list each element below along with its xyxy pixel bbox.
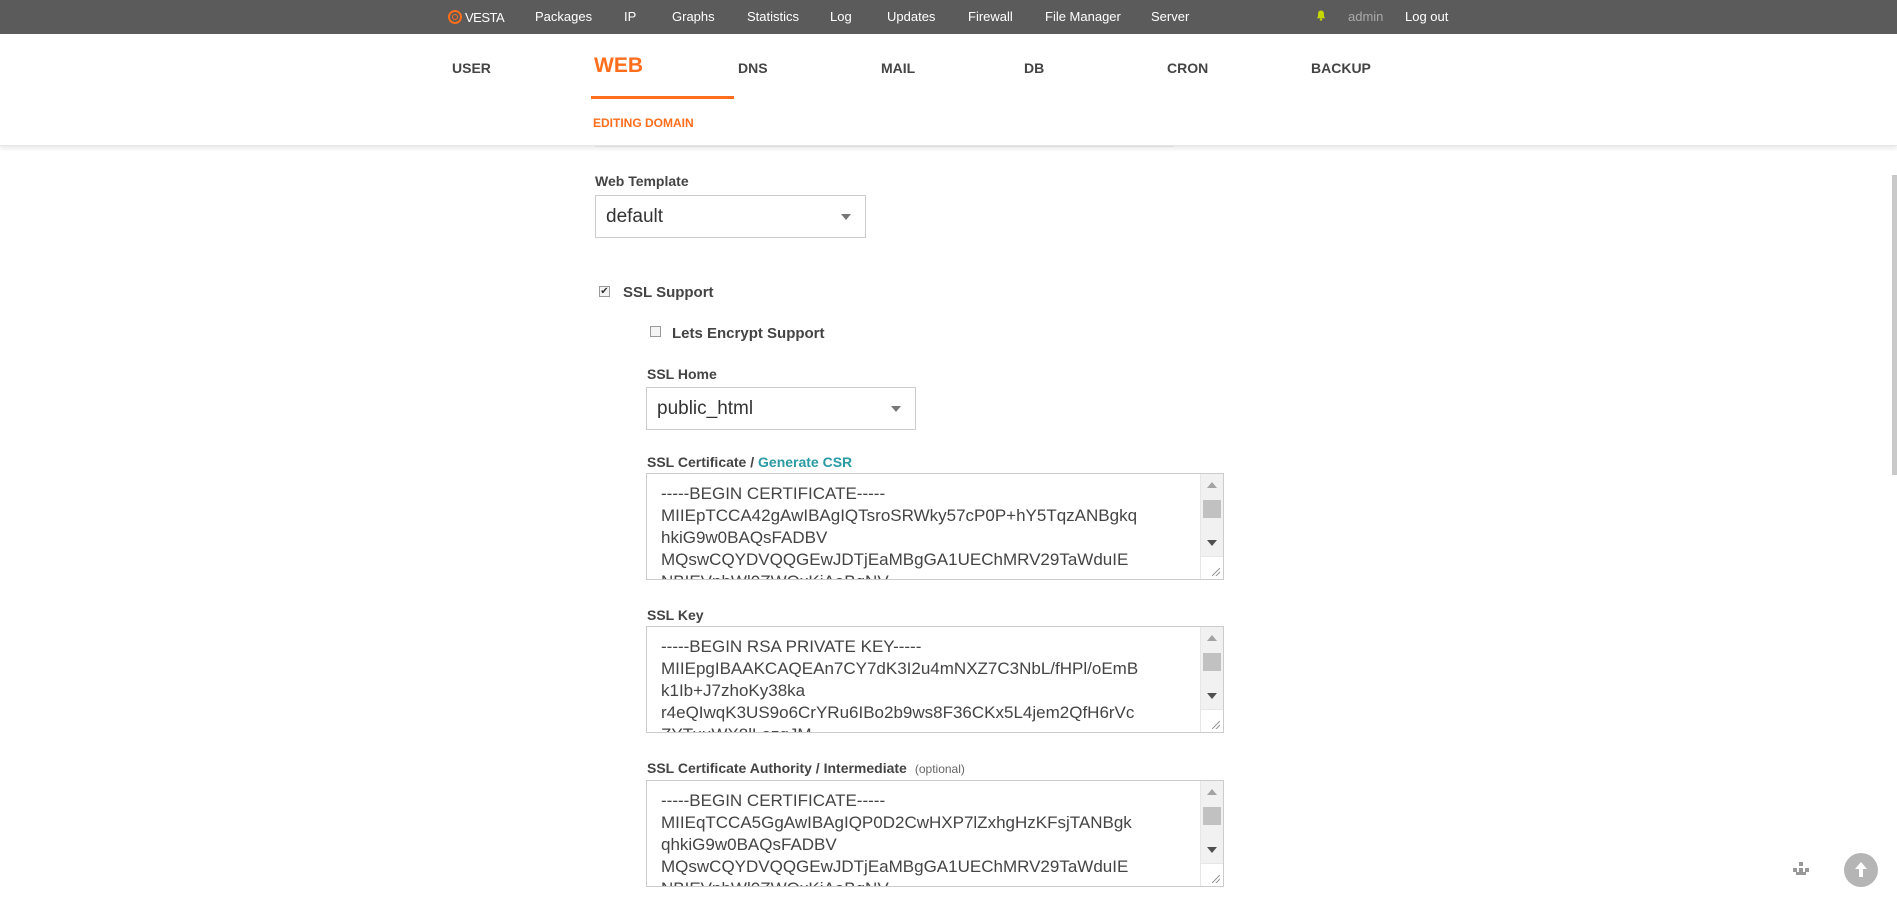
text-line: qhkiG9w0BAQsFADBV: [661, 835, 837, 854]
top-bar: VESTA Packages IP Graphs Statistics Log …: [0, 0, 1897, 34]
scroll-thumb[interactable]: [1203, 653, 1221, 671]
ssl-certificate-label-text: SSL Certificate /: [647, 454, 755, 470]
scroll-down-icon[interactable]: [1207, 693, 1217, 699]
ssl-support-checkbox[interactable]: ✔: [599, 286, 610, 297]
nav-firewall[interactable]: Firewall: [968, 9, 1013, 24]
scrollbar[interactable]: [1200, 781, 1223, 863]
text-line: MIIEpgIBAAKCAQEAn7CY7dK3I2u4mNXZ7C3NbL/f…: [661, 659, 1139, 678]
active-tab-indicator: [591, 96, 734, 99]
ssl-ca-content: -----BEGIN CERTIFICATE----- MIIEqTCCA5GgA…: [661, 790, 1197, 886]
tab-db[interactable]: DB: [1024, 60, 1044, 76]
page-title: EDITING DOMAIN: [593, 116, 694, 130]
logo-text: VESTA: [465, 9, 505, 25]
nav-packages[interactable]: Packages: [535, 9, 592, 24]
chevron-down-icon: [841, 213, 851, 220]
text-line: MIIEqTCCA5GgAwIBAgIQP0D2CwHXP7lZxhgHzKFs…: [661, 813, 1132, 832]
nav-log[interactable]: Log: [830, 9, 852, 24]
resize-handle[interactable]: [1200, 863, 1223, 886]
text-line: -----BEGIN RSA PRIVATE KEY-----: [661, 637, 922, 656]
scroll-up-icon[interactable]: [1207, 789, 1217, 795]
text-line: MQswCQYDVQQGEwJDTjEaMBgGA1UEChMRV29TaWdu…: [661, 857, 1129, 876]
divider: [595, 146, 1174, 147]
web-template-label: Web Template: [595, 173, 689, 189]
text-line: r4eQIwqK3US9o6CrYRu6IBo2b9ws8F36CKx5L4je…: [661, 703, 1135, 722]
text-line: ZYTuuWX8lLozgJM: [661, 724, 1197, 732]
ssl-certificate-label: SSL Certificate / Generate CSR: [647, 454, 852, 470]
ssl-certificate-content: -----BEGIN CERTIFICATE----- MIIEpTCCA42gA…: [661, 483, 1197, 579]
ssl-key-content: -----BEGIN RSA PRIVATE KEY----- MIIEpgIBA…: [661, 636, 1197, 732]
page-scrollbar[interactable]: [1892, 175, 1897, 475]
scroll-thumb[interactable]: [1203, 807, 1221, 825]
sub-bar: EDITING DOMAIN: [0, 100, 1897, 146]
nav-updates[interactable]: Updates: [887, 9, 935, 24]
ssl-ca-label: SSL Certificate Authority / Intermediate…: [647, 760, 965, 776]
text-line: hkiG9w0BAQsFADBV: [661, 528, 828, 547]
scroll-thumb[interactable]: [1203, 500, 1221, 518]
optional-note: (optional): [914, 762, 965, 776]
ssl-ca-textarea[interactable]: -----BEGIN CERTIFICATE----- MIIEqTCCA5GgA…: [646, 780, 1224, 887]
nav-server[interactable]: Server: [1151, 9, 1189, 24]
ssl-key-textarea[interactable]: -----BEGIN RSA PRIVATE KEY----- MIIEpgIBA…: [646, 626, 1224, 733]
nav-graphs[interactable]: Graphs: [672, 9, 715, 24]
vesta-logo-icon: [448, 10, 462, 24]
lets-encrypt-label: Lets Encrypt Support: [672, 325, 825, 342]
section-tabs: USER WEB DNS MAIL DB CRON BACKUP: [0, 34, 1897, 101]
resize-handle[interactable]: [1200, 556, 1223, 579]
bell-icon[interactable]: [1316, 10, 1326, 21]
text-line: -----BEGIN CERTIFICATE-----: [661, 791, 886, 810]
web-template-value: default: [606, 205, 664, 227]
text-line: NBIEVpbWl0ZWQxKjAoBgNV: [661, 878, 1197, 886]
tab-cron[interactable]: CRON: [1167, 60, 1208, 76]
logout-link[interactable]: Log out: [1405, 9, 1448, 24]
tab-backup[interactable]: BACKUP: [1311, 60, 1371, 76]
ssl-key-label: SSL Key: [647, 607, 704, 623]
user-name[interactable]: admin: [1348, 9, 1383, 24]
vesta-logo[interactable]: VESTA: [448, 8, 505, 26]
ssl-home-select[interactable]: public_html: [646, 387, 916, 430]
tab-mail[interactable]: MAIL: [881, 60, 915, 76]
text-line: MQswCQYDVQQGEwJDTjEaMBgGA1UEChMRV29TaWdu…: [661, 550, 1129, 569]
tab-web[interactable]: WEB: [594, 54, 643, 78]
ssl-home-label: SSL Home: [647, 366, 717, 382]
ssl-certificate-textarea[interactable]: -----BEGIN CERTIFICATE----- MIIEpTCCA42gA…: [646, 473, 1224, 580]
scroll-down-icon[interactable]: [1207, 540, 1217, 546]
resize-handle[interactable]: [1200, 709, 1223, 732]
arrow-up-icon[interactable]: [1844, 853, 1878, 887]
ssl-ca-label-text: SSL Certificate Authority / Intermediate: [647, 760, 907, 776]
tab-user[interactable]: USER: [452, 60, 491, 76]
grid-icon[interactable]: [1793, 862, 1809, 876]
nav-statistics[interactable]: Statistics: [747, 9, 799, 24]
generate-csr-link[interactable]: Generate CSR: [758, 454, 852, 470]
lets-encrypt-checkbox[interactable]: [650, 326, 661, 337]
web-template-select[interactable]: default: [595, 195, 866, 238]
ssl-support-label: SSL Support: [623, 284, 714, 301]
text-line: -----BEGIN CERTIFICATE-----: [661, 484, 886, 503]
text-line: k1Ib+J7zhoKy38ka: [661, 681, 806, 700]
scroll-up-icon[interactable]: [1207, 635, 1217, 641]
ssl-home-value: public_html: [657, 397, 754, 419]
nav-ip[interactable]: IP: [624, 9, 636, 24]
scroll-down-icon[interactable]: [1207, 847, 1217, 853]
nav-file-manager[interactable]: File Manager: [1045, 9, 1121, 24]
tab-dns[interactable]: DNS: [738, 60, 768, 76]
text-line: MIIEpTCCA42gAwIBAgIQTsroSRWky57cP0P+hY5T…: [661, 506, 1138, 525]
chevron-down-icon: [891, 405, 901, 412]
scrollbar[interactable]: [1200, 627, 1223, 709]
text-line: NBIEVpbWl0ZWQxKjAoBgNV: [661, 571, 1197, 579]
scrollbar[interactable]: [1200, 474, 1223, 556]
scroll-up-icon[interactable]: [1207, 482, 1217, 488]
